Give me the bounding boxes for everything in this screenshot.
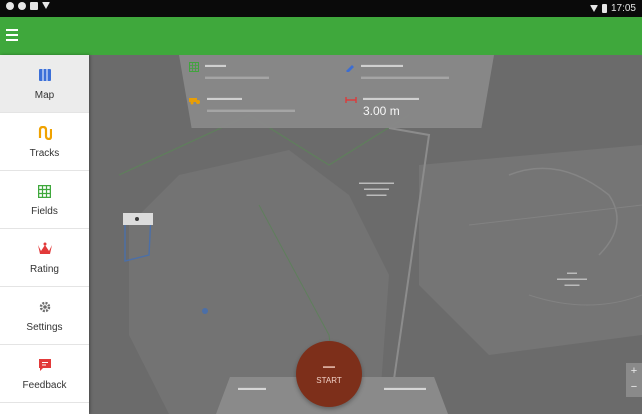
start-label: START xyxy=(316,375,342,385)
feedback-icon xyxy=(38,356,52,374)
status-icons-left xyxy=(6,2,50,10)
stat-implement-width: ▬▬▬▬▬▬▬▬ 3.00 m xyxy=(345,95,419,118)
nav-label-feedback: Feedback xyxy=(22,380,67,391)
signal-icon xyxy=(589,5,598,12)
nav-label-settings: Settings xyxy=(26,322,63,333)
stat-field: ▬▬▬ ▬▬▬▬▬▬▬▬ xyxy=(189,62,269,81)
stats-panel: ▬▬▬ ▬▬▬▬▬▬▬▬ ▬▬▬▬▬▬ ▬▬▬▬▬▬▬▬▬▬▬ ▬▬▬▬▬ ▬▬… xyxy=(179,55,494,128)
zoom-control[interactable]: + − xyxy=(626,363,642,397)
implement-width-value: 3.00 m xyxy=(363,104,400,118)
nav-item-tracks[interactable]: Tracks xyxy=(0,113,89,171)
nav-label-rating: Rating xyxy=(30,264,59,275)
stat-vehicle: ▬▬▬▬▬ ▬▬▬▬▬▬▬▬▬▬▬ xyxy=(189,95,295,114)
nav-item-map[interactable]: Map xyxy=(0,55,89,113)
wifi-icon xyxy=(42,2,50,9)
nav-label-map: Map xyxy=(34,90,55,101)
map-view[interactable]: ▬▬▬▬▬▬▬ ▬▬▬▬▬ ▬▬▬▬ ▬▬ ▬▬▬▬▬▬ ▬▬▬ ▬▬▬ ▬▬▬▬▬▬▬… xyxy=(89,55,642,414)
start-sub-label: ▬▬ xyxy=(323,363,335,370)
zoom-out-icon[interactable]: − xyxy=(626,379,642,395)
cast-icon xyxy=(30,2,38,10)
nav-item-fields[interactable]: Fields xyxy=(0,171,89,229)
nav-drawer: Map Tracks Fields Rating Settings Feedba… xyxy=(0,55,89,414)
gear-icon xyxy=(38,298,52,316)
pencil-icon xyxy=(346,65,354,72)
menu-icon[interactable] xyxy=(6,29,18,41)
start-button[interactable]: ▬▬ START xyxy=(296,341,362,407)
notification-icon xyxy=(18,2,26,10)
nav-label-fields: Fields xyxy=(31,206,58,217)
vehicle-icon xyxy=(189,98,200,105)
speed-label: ▬▬▬▬ xyxy=(238,385,266,392)
status-icons-right: 17:05 xyxy=(589,3,636,14)
nav-label-tracks: Tracks xyxy=(29,148,60,159)
status-time: 17:05 xyxy=(610,3,636,14)
location-icon xyxy=(6,2,14,10)
zoom-in-icon[interactable]: + xyxy=(626,363,642,379)
battery-icon xyxy=(601,4,607,13)
fields-icon xyxy=(38,182,51,200)
map-place-label: ▬▬▬▬▬▬▬ ▬▬▬▬▬ ▬▬▬▬ xyxy=(359,180,394,198)
rating-icon xyxy=(37,240,53,258)
nav-item-rating[interactable]: Rating xyxy=(0,229,89,287)
nav-item-feedback[interactable]: Feedback xyxy=(0,345,89,403)
map-place-label-2: ▬▬ ▬▬▬▬▬▬ ▬▬▬ xyxy=(557,270,587,288)
app-bar xyxy=(0,17,642,55)
field-stat-icon xyxy=(189,62,199,72)
area-label: ▬▬▬▬▬▬ xyxy=(384,385,426,392)
nav-item-settings[interactable]: Settings xyxy=(0,287,89,345)
status-bar: 17:05 xyxy=(0,0,642,17)
map-icon xyxy=(38,66,51,84)
stat-distance: ▬▬▬▬▬▬ ▬▬▬▬▬▬▬▬▬▬▬ xyxy=(345,62,449,81)
tracks-icon xyxy=(38,124,52,142)
width-icon xyxy=(345,97,357,103)
